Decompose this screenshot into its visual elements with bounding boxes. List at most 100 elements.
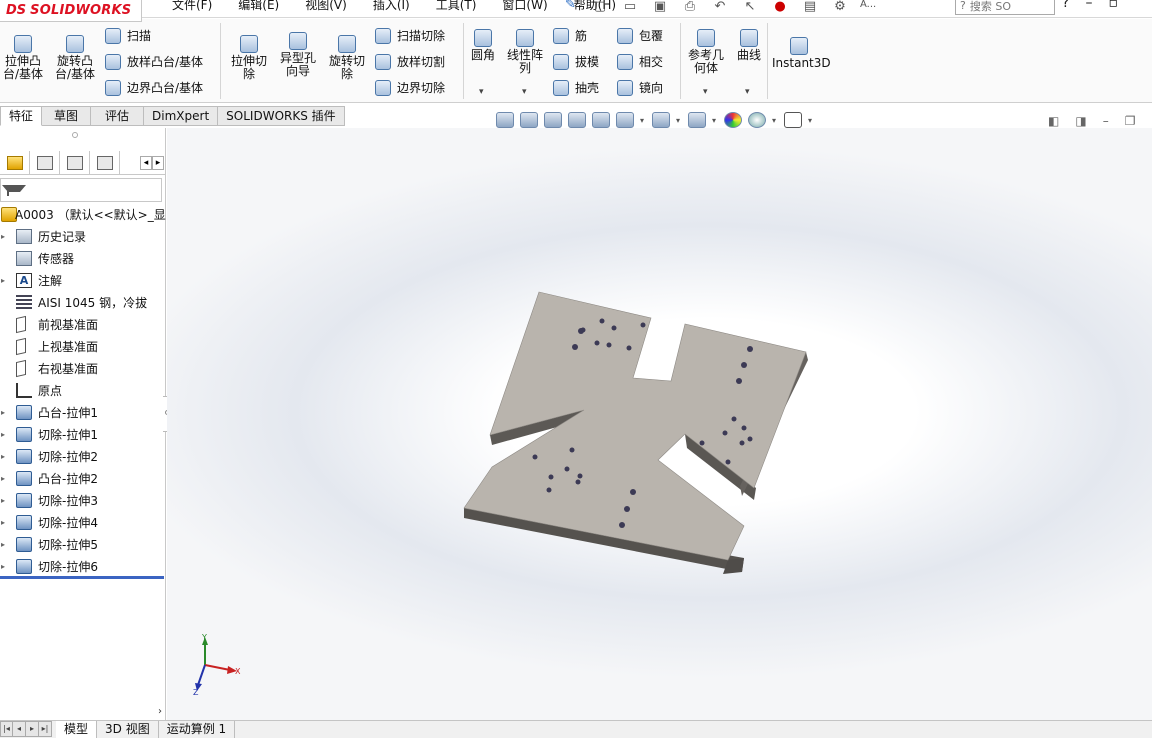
tree-item[interactable]: AISI 1045 钢，冷拔 (0, 291, 166, 313)
part-model[interactable] (167, 128, 1152, 720)
zoom-to-area-icon[interactable] (520, 112, 538, 128)
tree-item[interactable]: ▸ 凸台-拉伸1 (0, 401, 166, 423)
undo-icon[interactable]: ↶ (710, 0, 730, 15)
solidworks-logo[interactable]: DS SOLIDWORKS (0, 0, 142, 22)
tab-scroll-right-icon[interactable]: ▸ (152, 156, 164, 170)
tab-configuration-manager[interactable] (60, 151, 90, 175)
tree-item[interactable]: ▸ 历史记录 (0, 225, 166, 247)
extruded-cut-button[interactable]: 拉伸切 除 (228, 35, 270, 81)
open-icon[interactable]: ▭ (620, 0, 640, 15)
tree-filter[interactable] (0, 178, 162, 202)
dynamic-annotation-icon[interactable] (592, 112, 610, 128)
mirror-button[interactable]: 镜向 (617, 79, 663, 96)
display-style-icon[interactable] (652, 112, 670, 128)
new-document-icon[interactable]: ▢ (590, 0, 610, 15)
linear-pattern-button[interactable]: 线性阵 列 (504, 29, 546, 75)
section-view-icon[interactable] (568, 112, 586, 128)
panel-grip-icon[interactable] (72, 132, 78, 138)
view-orientation-icon[interactable] (616, 112, 634, 128)
boundary-boss-button[interactable]: 边界凸台/基体 (105, 79, 203, 96)
shell-button[interactable]: 抽壳 (553, 79, 599, 96)
next-tab-icon[interactable]: ▸ (26, 721, 39, 737)
tab-3d-views[interactable]: 3D 视图 (97, 721, 159, 738)
help-dropdown-icon[interactable]: ? (1062, 0, 1069, 11)
tree-item[interactable]: 原点 (0, 379, 166, 401)
apply-scene-dropdown-icon[interactable]: ▾ (772, 116, 778, 125)
tree-item[interactable]: ▸ A 注解 (0, 269, 166, 291)
tab-dimxpert[interactable]: DimXpert (144, 106, 219, 126)
curves-dropdown-icon[interactable]: ▾ (745, 87, 750, 97)
file-properties-icon[interactable]: ▤ (800, 0, 820, 15)
expand-arrow-icon[interactable]: ▸ (1, 430, 7, 439)
rollback-bar[interactable] (0, 576, 164, 579)
tab-solidworks-addins[interactable]: SOLIDWORKS 插件 (218, 106, 345, 126)
print-icon[interactable]: ⎙ (680, 0, 700, 15)
view-settings-icon[interactable] (784, 112, 802, 128)
tree-item[interactable]: ▸ 切除-拉伸1 (0, 423, 166, 445)
zoom-to-fit-icon[interactable] (496, 112, 514, 128)
options-gear-icon[interactable]: ⚙ (830, 0, 850, 15)
tree-item[interactable]: ▸ 切除-拉伸3 (0, 489, 166, 511)
tree-item[interactable]: 上视基准面 (0, 335, 166, 357)
menu-tools[interactable]: 工具(T) (436, 0, 477, 13)
truncated-toolbar-label[interactable]: A... (860, 0, 876, 15)
tab-feature-tree[interactable] (0, 151, 30, 175)
expand-arrow-icon[interactable]: ▸ (1, 562, 7, 571)
pin-icon[interactable]: ✎ (565, 0, 576, 12)
tree-item[interactable]: ▸ 切除-拉伸4 (0, 511, 166, 533)
tab-motion-study[interactable]: 运动算例 1 (159, 721, 236, 738)
menu-edit[interactable]: 编辑(E) (238, 0, 279, 13)
apply-scene-icon[interactable] (748, 112, 766, 128)
search-input[interactable]: ? 搜索 SO (955, 0, 1055, 15)
previous-view-icon[interactable] (544, 112, 562, 128)
swept-boss-button[interactable]: 扫描 (105, 27, 151, 44)
first-tab-icon[interactable]: |◂ (0, 721, 13, 737)
tree-item[interactable]: ▸ 凸台-拉伸2 (0, 467, 166, 489)
maximize-icon[interactable]: ▫ (1108, 0, 1118, 11)
tab-dimxpert-manager[interactable] (90, 151, 120, 175)
expand-arrow-icon[interactable]: ▸ (1, 408, 7, 417)
intersect-button[interactable]: 相交 (617, 53, 663, 70)
rebuild-icon[interactable]: ● (770, 0, 790, 15)
menu-insert[interactable]: 插入(I) (373, 0, 410, 13)
tab-features[interactable]: 特征 (0, 106, 43, 126)
lofted-boss-button[interactable]: 放样凸台/基体 (105, 53, 203, 70)
tab-scroll-left-icon[interactable]: ◂ (140, 156, 152, 170)
swept-cut-button[interactable]: 扫描切除 (375, 27, 445, 44)
scroll-right-icon[interactable]: › (158, 706, 162, 717)
expand-arrow-icon[interactable]: ▸ (1, 474, 7, 483)
menu-view[interactable]: 视图(V) (305, 0, 347, 13)
reference-geometry-button[interactable]: 参考几 何体 (684, 29, 728, 75)
tab-sketch[interactable]: 草图 (42, 106, 92, 126)
minimize-icon[interactable]: – (1085, 0, 1092, 11)
revolved-boss-button[interactable]: 旋转凸 台/基体 (54, 35, 96, 81)
last-tab-icon[interactable]: ▸| (39, 721, 52, 737)
save-icon[interactable]: ▣ (650, 0, 670, 15)
viewport-minimize-icon[interactable]: – (1103, 114, 1109, 128)
select-icon[interactable]: ↖ (740, 0, 760, 15)
tab-model[interactable]: 模型 (56, 721, 98, 738)
edit-appearance-icon[interactable] (724, 112, 742, 128)
extruded-boss-button[interactable]: 拉伸凸 台/基体 (2, 35, 44, 81)
tree-item[interactable]: 传感器 (0, 247, 166, 269)
expand-arrow-icon[interactable]: ▸ (1, 518, 7, 527)
tab-property-manager[interactable] (30, 151, 60, 175)
instant3d-button[interactable]: Instant3D (772, 37, 831, 70)
pattern-dropdown-icon[interactable]: ▾ (522, 87, 527, 97)
fillet-dropdown-icon[interactable]: ▾ (479, 87, 484, 97)
tree-item[interactable]: 前视基准面 (0, 313, 166, 335)
menu-file[interactable]: 文件(F) (172, 0, 212, 13)
view-settings-dropdown-icon[interactable]: ▾ (808, 116, 814, 125)
tree-item[interactable]: ▸ 切除-拉伸6 (0, 555, 166, 577)
graphics-area[interactable] (167, 128, 1152, 720)
boundary-cut-button[interactable]: 边界切除 (375, 79, 445, 96)
hide-show-items-icon[interactable] (688, 112, 706, 128)
curves-button[interactable]: 曲线 (733, 29, 765, 62)
tree-root[interactable]: A0003 （默认<<默认>_显示 (0, 203, 166, 225)
fillet-button[interactable]: 圆角 (466, 29, 500, 62)
tree-horizontal-scrollbar[interactable]: › (0, 706, 166, 720)
tab-evaluate[interactable]: 评估 (91, 106, 145, 126)
tree-item[interactable]: ▸ 切除-拉伸2 (0, 445, 166, 467)
hole-wizard-button[interactable]: 异型孔 向导 (277, 32, 319, 78)
expand-arrow-icon[interactable]: ▸ (1, 276, 7, 285)
